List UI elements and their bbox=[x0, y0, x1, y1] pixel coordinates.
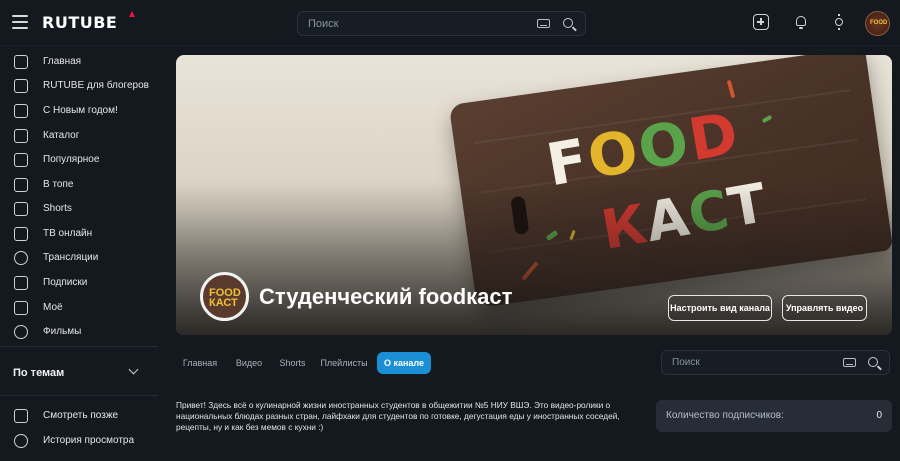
sidebar-item-label: Фильмы bbox=[43, 326, 82, 337]
keyboard-icon[interactable] bbox=[537, 19, 550, 28]
sidebar-item-popular[interactable]: Популярное bbox=[0, 149, 158, 173]
chevron-down-icon bbox=[128, 364, 139, 375]
tv-icon bbox=[14, 227, 28, 241]
sidebar-item-label: История просмотра bbox=[43, 435, 135, 446]
tab-shorts[interactable]: Shorts bbox=[275, 352, 310, 374]
sidebar-item-broadcasts[interactable]: Трансляции bbox=[0, 247, 158, 271]
sidebar: Главная RUTUBE для блогеров С Новым годо… bbox=[0, 46, 158, 461]
grid-icon bbox=[14, 129, 28, 143]
sidebar-item-label: Смотреть позже bbox=[43, 410, 119, 421]
channel-search-placeholder: Поиск bbox=[672, 357, 700, 368]
sidebar-divider bbox=[0, 346, 158, 347]
sidebar-item-label: С Новым годом! bbox=[43, 105, 118, 116]
lightning-icon bbox=[14, 153, 28, 167]
theme-icon[interactable] bbox=[831, 14, 847, 30]
sidebar-item-label: Каталог bbox=[43, 130, 80, 141]
subscribers-card: Количество подписчиков: 0 bbox=[656, 400, 892, 432]
sidebar-item-label: Shorts bbox=[43, 203, 72, 214]
rocket-icon bbox=[14, 178, 28, 192]
film-icon bbox=[14, 325, 28, 339]
channel-description: Привет! Здесь всё о кулинарной жизни ино… bbox=[176, 400, 620, 432]
bookmark-icon bbox=[14, 409, 28, 423]
topics-label: По темам bbox=[13, 367, 65, 379]
home-icon bbox=[14, 55, 28, 69]
my-icon bbox=[14, 301, 28, 315]
tab-home[interactable]: Главная bbox=[178, 352, 222, 374]
customize-channel-button[interactable]: Настроить вид канала bbox=[668, 295, 772, 321]
subscribers-count: 0 bbox=[876, 410, 882, 421]
logo-mark-icon bbox=[129, 11, 135, 17]
keyboard-icon[interactable] bbox=[843, 358, 856, 367]
sidebar-item-watch-later[interactable]: Смотреть позже bbox=[0, 405, 158, 429]
sidebar-item-shorts[interactable]: Shorts bbox=[0, 198, 158, 222]
sidebar-item-label: Подписки bbox=[43, 277, 88, 288]
sidebar-item-films[interactable]: Фильмы bbox=[0, 321, 158, 345]
sidebar-item-top[interactable]: В топе bbox=[0, 174, 158, 198]
calendar-gift-icon bbox=[14, 104, 28, 118]
menu-icon[interactable] bbox=[12, 15, 28, 29]
topics-toggle[interactable]: По темам bbox=[0, 360, 158, 386]
shorts-icon bbox=[14, 202, 28, 216]
channel-avatar[interactable]: FOOD КАСТ bbox=[200, 272, 249, 321]
history-icon bbox=[14, 434, 28, 448]
top-header: RUTUBE Поиск FOOD bbox=[0, 0, 900, 46]
rutube-s-icon bbox=[14, 79, 28, 93]
sidebar-divider bbox=[0, 395, 158, 396]
sidebar-item-label: В топе bbox=[43, 179, 74, 190]
search-placeholder: Поиск bbox=[308, 18, 339, 30]
tab-about[interactable]: О канале bbox=[377, 352, 431, 374]
channel-search-input[interactable]: Поиск bbox=[661, 350, 890, 375]
rutube-logo[interactable]: RUTUBE bbox=[42, 13, 117, 32]
search-icon[interactable] bbox=[563, 18, 573, 28]
bell-icon[interactable] bbox=[793, 14, 809, 30]
upload-icon[interactable] bbox=[753, 14, 769, 30]
sidebar-item-label: ТВ онлайн bbox=[43, 228, 93, 239]
tab-videos[interactable]: Видео bbox=[230, 352, 268, 374]
sidebar-item-label: Моё bbox=[43, 302, 63, 313]
search-icon[interactable] bbox=[868, 357, 878, 367]
subscribers-label: Количество подписчиков: bbox=[666, 410, 784, 421]
sidebar-item-label: RUTUBE для блогеров bbox=[43, 80, 149, 91]
search-input[interactable]: Поиск bbox=[297, 11, 586, 36]
sidebar-item-bloggers[interactable]: RUTUBE для блогеров bbox=[0, 75, 158, 99]
sidebar-item-my[interactable]: Моё bbox=[0, 297, 158, 321]
sidebar-item-history[interactable]: История просмотра bbox=[0, 430, 158, 454]
sidebar-item-catalog[interactable]: Каталог bbox=[0, 125, 158, 149]
sidebar-item-label: Главная bbox=[43, 56, 82, 67]
sidebar-item-new-year[interactable]: С Новым годом! bbox=[0, 100, 158, 124]
sidebar-item-label: Популярное bbox=[43, 154, 100, 165]
subscriptions-icon bbox=[14, 276, 28, 290]
manage-videos-button[interactable]: Управлять видео bbox=[782, 295, 867, 321]
broadcast-icon bbox=[14, 251, 28, 265]
sidebar-item-home[interactable]: Главная bbox=[0, 51, 158, 75]
sidebar-item-label: Трансляции bbox=[43, 252, 99, 263]
sidebar-item-subscriptions[interactable]: Подписки bbox=[0, 272, 158, 296]
sidebar-item-tv[interactable]: ТВ онлайн bbox=[0, 223, 158, 247]
channel-name: Студенческий foodкаст bbox=[259, 284, 513, 309]
tab-playlists[interactable]: Плейлисты bbox=[318, 352, 370, 374]
avatar[interactable]: FOOD bbox=[865, 11, 890, 36]
